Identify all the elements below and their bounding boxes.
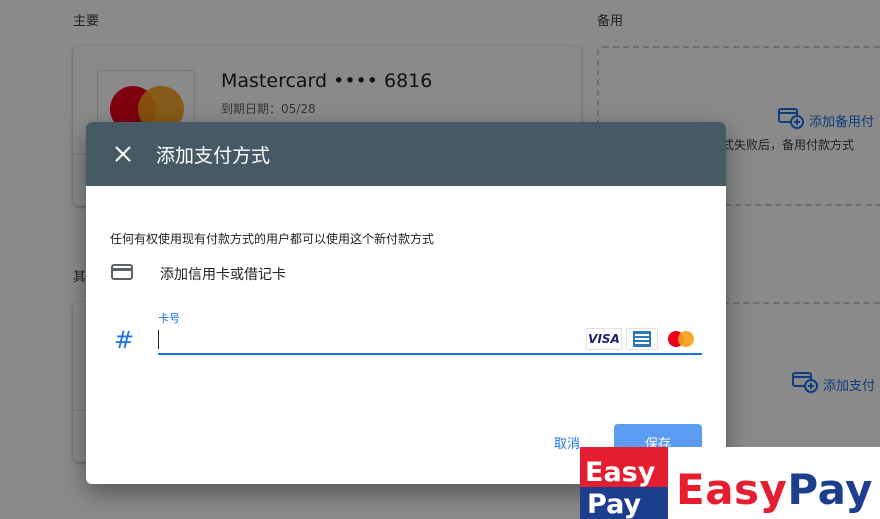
dialog-title: 添加支付方式 (156, 144, 271, 167)
close-button[interactable] (108, 139, 138, 169)
visa-icon: VISA (586, 328, 622, 350)
easypay-square-top: Easy (580, 447, 668, 491)
close-icon (115, 146, 131, 162)
amex-icon (626, 328, 658, 350)
text-caret (158, 330, 159, 349)
credit-card-icon (110, 262, 134, 286)
add-card-option[interactable]: 添加信用卡或借记卡 (110, 262, 286, 286)
card-number-label: 卡号 (158, 312, 180, 325)
mastercard-icon (662, 328, 702, 350)
card-brand-logos: VISA (586, 328, 702, 350)
cancel-button[interactable]: 取消 (554, 433, 580, 452)
hash-icon: # (114, 326, 135, 354)
dialog-header: 添加支付方式 (86, 122, 726, 186)
easypay-word-pay: Pay (787, 465, 874, 514)
dialog-description: 任何有权使用现有付款方式的用户都可以使用这个新付款方式 (110, 232, 435, 246)
card-number-field[interactable]: VISA (158, 326, 702, 355)
card-number-input[interactable] (158, 326, 578, 352)
add-payment-dialog: 添加支付方式 任何有权使用现有付款方式的用户都可以使用这个新付款方式 添加信用卡… (86, 122, 726, 484)
easypay-word-easy: Easy (676, 465, 788, 514)
easypay-square-bottom: Pay (580, 487, 668, 519)
easypay-wordmark: EasyPay (676, 465, 873, 514)
add-card-option-label: 添加信用卡或借记卡 (160, 267, 286, 283)
easypay-logo: Easy Pay EasyPay (580, 447, 880, 519)
easypay-square-logo: Easy Pay (580, 447, 668, 519)
